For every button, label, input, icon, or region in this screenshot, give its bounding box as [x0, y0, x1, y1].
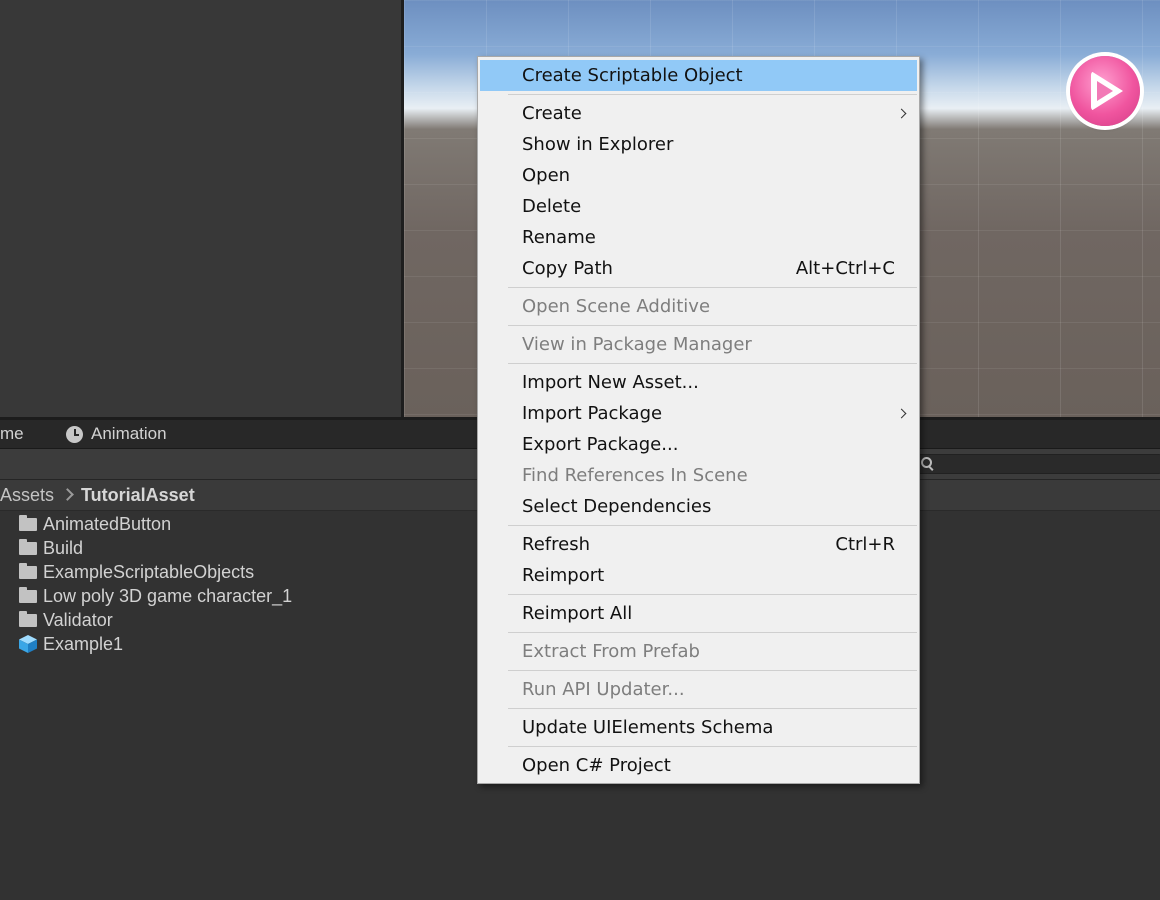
- tab-game[interactable]: me: [0, 420, 24, 448]
- menu-item-label: Show in Explorer: [522, 134, 674, 155]
- menu-item-extract-from-prefab: Extract From Prefab: [480, 636, 917, 667]
- menu-separator: [508, 632, 917, 633]
- list-item-label: Build: [43, 538, 84, 558]
- menu-item-rename[interactable]: Rename: [480, 222, 917, 253]
- breadcrumb-assets[interactable]: Assets: [0, 480, 54, 510]
- menu-item-create-scriptable-object[interactable]: Create Scriptable Object: [480, 60, 917, 91]
- play-button[interactable]: [1070, 56, 1140, 126]
- chevron-right-icon: [61, 488, 74, 501]
- menu-item-import-package[interactable]: Import Package: [480, 398, 917, 429]
- menu-item-delete[interactable]: Delete: [480, 191, 917, 222]
- menu-item-label: Create Scriptable Object: [522, 65, 743, 86]
- tab-game-label: me: [0, 424, 24, 443]
- menu-item-shortcut: Alt+Ctrl+C: [795, 258, 895, 279]
- menu-item-select-dependencies[interactable]: Select Dependencies: [480, 491, 917, 522]
- menu-item-reimport[interactable]: Reimport: [480, 560, 917, 591]
- menu-item-view-in-package-manager: View in Package Manager: [480, 329, 917, 360]
- list-item-label: Example1: [43, 634, 124, 654]
- menu-item-label: Select Dependencies: [522, 496, 712, 517]
- menu-item-show-in-explorer[interactable]: Show in Explorer: [480, 129, 917, 160]
- menu-item-find-references-in-scene: Find References In Scene: [480, 460, 917, 491]
- folder-icon: [19, 611, 37, 627]
- menu-item-label: Open Scene Additive: [522, 296, 711, 317]
- folder-icon: [19, 563, 37, 579]
- menu-item-label: Find References In Scene: [522, 465, 748, 486]
- menu-separator: [508, 363, 917, 364]
- file-list: AnimatedButton Build ExampleScriptableOb…: [0, 511, 480, 900]
- menu-item-run-api-updater: Run API Updater...: [480, 674, 917, 705]
- menu-item-label: Open C# Project: [522, 755, 671, 776]
- menu-separator: [508, 525, 917, 526]
- menu-item-label: Export Package...: [522, 434, 679, 455]
- clock-icon: [66, 426, 83, 443]
- menu-item-label: Reimport All: [522, 603, 633, 624]
- menu-item-label: Import Package: [522, 403, 663, 424]
- folder-icon: [19, 587, 37, 603]
- menu-item-label: Update UIElements Schema: [522, 717, 774, 738]
- menu-item-create[interactable]: Create: [480, 98, 917, 129]
- chevron-right-icon: [896, 108, 907, 119]
- menu-item-open-csharp-project[interactable]: Open C# Project: [480, 750, 917, 781]
- list-item-label: Validator: [43, 610, 113, 630]
- menu-item-open[interactable]: Open: [480, 160, 917, 191]
- list-item-label: ExampleScriptableObjects: [43, 562, 255, 582]
- menu-item-label: Delete: [522, 196, 582, 217]
- menu-item-update-uielements-schema[interactable]: Update UIElements Schema: [480, 712, 917, 743]
- list-item-label: Low poly 3D game character_1: [43, 586, 293, 606]
- menu-item-label: Copy Path: [522, 258, 613, 279]
- search-icon: [921, 457, 932, 468]
- menu-separator: [508, 708, 917, 709]
- menu-item-label: Run API Updater...: [522, 679, 685, 700]
- play-icon-inner: [1097, 81, 1113, 101]
- menu-item-export-package[interactable]: Export Package...: [480, 429, 917, 460]
- menu-item-copy-path[interactable]: Copy Path Alt+Ctrl+C: [480, 253, 917, 284]
- menu-item-shortcut: Ctrl+R: [835, 534, 895, 555]
- menu-item-label: Rename: [522, 227, 596, 248]
- list-item-label: AnimatedButton: [43, 514, 172, 534]
- hierarchy-panel: [0, 0, 401, 417]
- menu-item-label: Create: [522, 103, 582, 124]
- search-input[interactable]: [912, 454, 1160, 474]
- menu-item-label: Refresh: [522, 534, 590, 555]
- cube-icon: [19, 635, 37, 653]
- menu-item-label: Import New Asset...: [522, 372, 699, 393]
- menu-item-import-new-asset[interactable]: Import New Asset...: [480, 367, 917, 398]
- menu-item-reimport-all[interactable]: Reimport All: [480, 598, 917, 629]
- menu-item-label: Reimport: [522, 565, 605, 586]
- folder-icon: [19, 515, 37, 531]
- folder-icon: [19, 539, 37, 555]
- menu-separator: [508, 94, 917, 95]
- menu-item-refresh[interactable]: Refresh Ctrl+R: [480, 529, 917, 560]
- chevron-right-icon: [896, 408, 907, 419]
- menu-separator: [508, 670, 917, 671]
- menu-item-label: Extract From Prefab: [522, 641, 700, 662]
- menu-item-label: Open: [522, 165, 571, 186]
- menu-separator: [508, 287, 917, 288]
- tab-animation[interactable]: Animation: [66, 420, 167, 448]
- menu-item-label: View in Package Manager: [522, 334, 752, 355]
- menu-separator: [508, 746, 917, 747]
- tab-animation-label: Animation: [91, 424, 167, 443]
- breadcrumb-current[interactable]: TutorialAsset: [81, 480, 195, 510]
- menu-item-open-scene-additive: Open Scene Additive: [480, 291, 917, 322]
- menu-separator: [508, 594, 917, 595]
- menu-separator: [508, 325, 917, 326]
- context-menu: Create Scriptable Object Create Show in …: [477, 56, 920, 784]
